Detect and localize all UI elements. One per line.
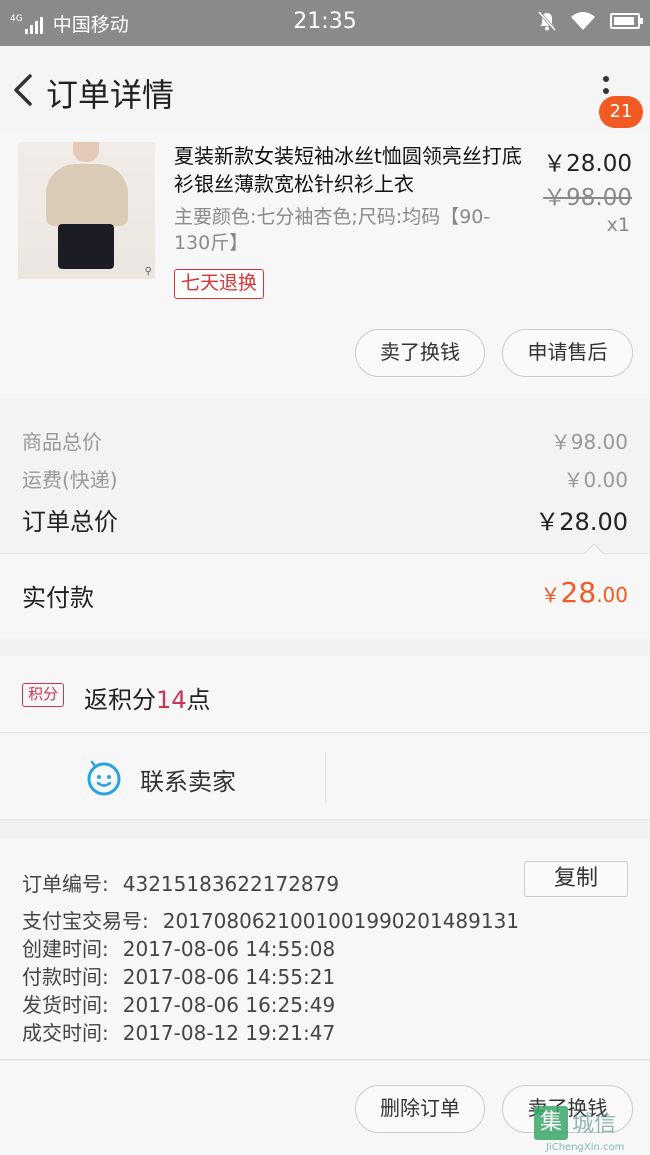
battery-icon — [610, 13, 643, 29]
shipped-time: 2017-08-06 16:25:49 — [122, 993, 336, 1017]
caret-up-icon — [584, 543, 604, 554]
shipping-label: 运费(快递) — [22, 468, 118, 492]
page-title: 订单详情 — [46, 76, 175, 114]
contact-seller-button[interactable]: 联系卖家 — [140, 762, 236, 797]
order-number-row: 订单编号: 43215183622172879 — [22, 868, 339, 897]
order-total-label: 订单总价 — [22, 508, 118, 536]
after-sale-button[interactable]: 申请售后 — [502, 329, 633, 377]
completed-label: 成交时间: — [22, 1021, 109, 1045]
product-quantity: x1 — [606, 214, 630, 236]
paid-time: 2017-08-06 14:55:21 — [122, 965, 336, 989]
status-bar: 4G 中国移动 21:35 — [0, 0, 650, 46]
paid-currency: ￥ — [540, 583, 561, 607]
goods-total-value: ￥98.00 — [550, 430, 628, 454]
paid-decimal: .00 — [596, 583, 628, 607]
created-row: 创建时间: 2017-08-06 14:55:08 — [22, 933, 335, 962]
completed-row: 成交时间: 2017-08-12 19:21:47 — [22, 1017, 335, 1046]
shipped-label: 发货时间: — [22, 993, 109, 1017]
watermark: 集 城信 JiChengXin.com — [534, 1104, 650, 1155]
wifi-icon — [571, 12, 595, 30]
product-price: ￥28.00 — [543, 151, 632, 177]
paid-time-row: 付款时间: 2017-08-06 14:55:21 — [22, 961, 335, 990]
points-prefix: 返积分 — [84, 686, 156, 714]
points-tag: 积分 — [22, 683, 64, 707]
paid-time-label: 付款时间: — [22, 965, 109, 989]
created-label: 创建时间: — [22, 937, 109, 961]
message-badge[interactable]: 21 — [599, 96, 643, 128]
points-suffix: 点 — [186, 686, 211, 714]
alipay-row: 支付宝交易号: 2017080621001001990201489131 — [22, 905, 519, 934]
product-name[interactable]: 夏装新款女装短袖冰丝t恤圆领亮丝打底衫银丝薄款宽松针织衫上衣 — [174, 142, 532, 198]
alipay-label: 支付宝交易号: — [22, 909, 149, 933]
sell-button[interactable]: 卖了换钱 — [355, 329, 485, 377]
delete-order-button[interactable]: 删除订单 — [355, 1085, 485, 1133]
alipay-number: 2017080621001001990201489131 — [162, 909, 520, 933]
paid-integer: 28 — [560, 576, 597, 609]
watermark-logo: 集 — [534, 1106, 568, 1140]
product-spec: 主要颜色:七分袖杏色;尺码:均码【90-130斤】 — [174, 206, 491, 254]
zoom-icon: ⚲ — [144, 266, 152, 277]
shipping-value: ￥0.00 — [563, 468, 628, 492]
product-original-price: ￥98.00 — [543, 185, 632, 211]
copy-button[interactable]: 复制 — [524, 861, 628, 897]
shipped-row: 发货时间: 2017-08-06 16:25:49 — [22, 989, 335, 1018]
completed-time: 2017-08-12 19:21:47 — [122, 1021, 336, 1045]
order-number-label: 订单编号: — [22, 872, 109, 896]
created-time: 2017-08-06 14:55:08 — [122, 937, 336, 961]
points-row: 积分 返积分14点 — [0, 656, 650, 733]
goods-total-label: 商品总价 — [22, 430, 102, 454]
chat-face-icon[interactable] — [86, 760, 122, 796]
order-total-value: ￥28.00 — [535, 508, 628, 536]
paid-amount-row: 实付款 ￥28.00 — [0, 543, 650, 639]
divider — [325, 752, 326, 802]
product-thumbnail[interactable]: ⚲ — [18, 142, 155, 279]
status-right — [538, 10, 643, 32]
price-summary: 商品总价 ￥98.00 运费(快递) ￥0.00 订单总价 ￥28.00 — [0, 398, 650, 553]
contact-bar: 联系卖家 — [0, 734, 650, 820]
product-card[interactable]: ⚲ 夏装新款女装短袖冰丝t恤圆领亮丝打底衫银丝薄款宽松针织衫上衣 主要颜色:七分… — [0, 132, 650, 398]
points-text: 返积分14点 — [84, 680, 211, 715]
points-count: 14 — [156, 686, 187, 714]
watermark-url: JiChengXin.com — [546, 1142, 625, 1153]
paid-label: 实付款 — [22, 584, 94, 612]
watermark-brand: 城信 — [572, 1112, 617, 1137]
paid-amount: ￥28.00 — [541, 576, 628, 609]
return-policy-tag: 七天退换 — [174, 269, 265, 299]
order-info: 订单编号: 43215183622172879 复制 支付宝交易号: 2017080… — [0, 838, 650, 1060]
nav-header: 订单详情 21 — [0, 46, 650, 132]
back-icon[interactable] — [8, 70, 38, 110]
mute-bell-icon — [538, 11, 556, 31]
order-number: 43215183622172879 — [122, 872, 340, 896]
